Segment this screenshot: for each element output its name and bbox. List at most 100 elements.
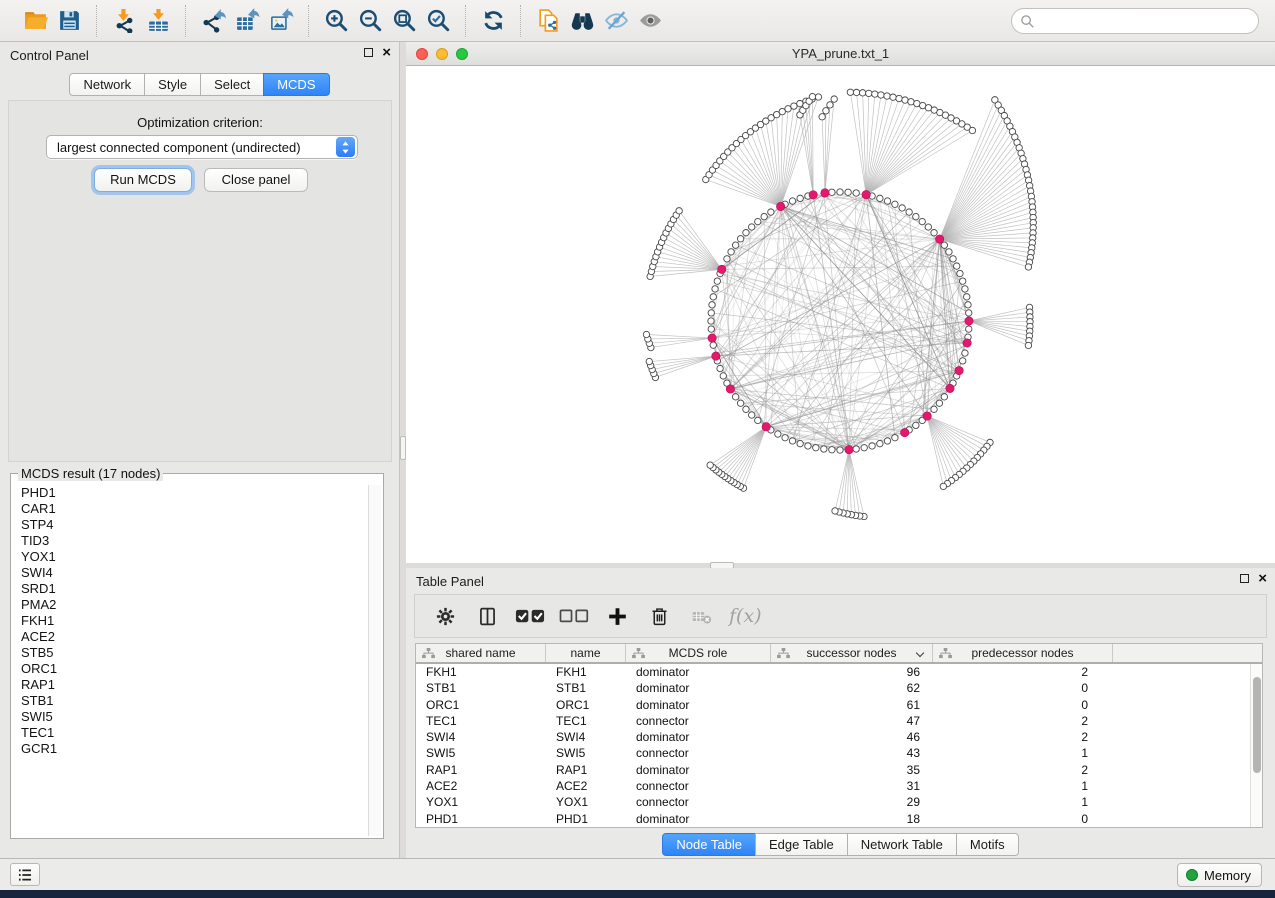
cell: FKH1 xyxy=(416,664,546,680)
list-item[interactable]: SRD1 xyxy=(13,581,367,597)
list-item[interactable]: STP4 xyxy=(13,517,367,533)
column-header-shared-name[interactable]: shared name xyxy=(416,644,546,662)
columns-button[interactable] xyxy=(473,601,501,631)
column-type-icon xyxy=(939,648,952,662)
table-scrollbar-thumb[interactable] xyxy=(1253,677,1261,773)
clone-network-button[interactable] xyxy=(531,5,565,37)
window-close-icon[interactable] xyxy=(416,48,428,60)
table-row[interactable]: TEC1TEC1connector472 xyxy=(416,713,1262,729)
list-item[interactable]: SWI5 xyxy=(13,709,367,725)
mcds-tab-content: Optimization criterion: largest connecte… xyxy=(8,100,392,462)
task-history-button[interactable] xyxy=(10,863,40,886)
clone-network-icon xyxy=(536,8,561,33)
window-maximize-icon[interactable] xyxy=(456,48,468,60)
tab-mcds[interactable]: MCDS xyxy=(263,73,329,96)
list-item[interactable]: YOX1 xyxy=(13,549,367,565)
network-window-titlebar[interactable]: YPA_prune.txt_1 xyxy=(406,42,1275,66)
import-table-button[interactable] xyxy=(141,5,175,37)
tab-motifs[interactable]: Motifs xyxy=(956,833,1019,856)
column-header-MCDS-role[interactable]: MCDS role xyxy=(626,644,771,662)
table-row[interactable]: FKH1FKH1dominator962 xyxy=(416,664,1262,680)
search-network-icon xyxy=(570,8,595,33)
mcds-result-list[interactable]: PHD1CAR1STP4TID3YOX1SWI4SRD1PMA2FKH1ACE2… xyxy=(13,485,367,836)
table-row[interactable]: PHD1PHD1dominator180 xyxy=(416,811,1262,827)
mcds-list-scrollbar[interactable] xyxy=(368,485,381,836)
export-image-button[interactable] xyxy=(264,5,298,37)
list-item[interactable]: STB5 xyxy=(13,645,367,661)
zoom-fit-icon xyxy=(392,8,417,33)
close-panel-icon[interactable]: × xyxy=(382,47,391,58)
select-all-icon xyxy=(515,607,545,625)
list-item[interactable]: ORC1 xyxy=(13,661,367,677)
table-row[interactable]: SWI5SWI5connector431 xyxy=(416,745,1262,761)
cell: connector xyxy=(626,778,771,794)
close-panel-button[interactable]: Close panel xyxy=(204,168,308,192)
tab-edge-table[interactable]: Edge Table xyxy=(755,833,848,856)
save-button[interactable] xyxy=(52,5,86,37)
mcds-result-title: MCDS result (17 nodes) xyxy=(18,466,163,481)
select-all-button[interactable] xyxy=(515,601,545,631)
list-item[interactable]: FKH1 xyxy=(13,613,367,629)
list-item[interactable]: STB1 xyxy=(13,693,367,709)
list-item[interactable]: PMA2 xyxy=(13,597,367,613)
table-scrollbar[interactable] xyxy=(1250,664,1262,827)
run-mcds-button[interactable]: Run MCDS xyxy=(94,168,192,192)
list-item[interactable]: TID3 xyxy=(13,533,367,549)
cell: 2 xyxy=(933,729,1113,745)
cell: PHD1 xyxy=(546,811,626,827)
tab-network[interactable]: Network xyxy=(69,73,145,96)
gear-button[interactable] xyxy=(431,601,459,631)
zoom-in-button[interactable] xyxy=(319,5,353,37)
list-item[interactable]: ACE2 xyxy=(13,629,367,645)
zoom-out-button[interactable] xyxy=(353,5,387,37)
criterion-dropdown[interactable]: largest connected component (undirected) xyxy=(46,135,358,159)
show-all-button[interactable] xyxy=(633,5,667,37)
cell: 47 xyxy=(771,713,933,729)
zoom-selected-button[interactable] xyxy=(421,5,455,37)
search-box[interactable] xyxy=(1011,8,1259,34)
column-header-name[interactable]: name xyxy=(546,644,626,662)
zoom-fit-button[interactable] xyxy=(387,5,421,37)
list-item[interactable]: SWI4 xyxy=(13,565,367,581)
memory-button[interactable]: Memory xyxy=(1177,863,1262,887)
deselect-all-button[interactable] xyxy=(559,601,589,631)
list-item[interactable]: GCR1 xyxy=(13,741,367,757)
tab-style[interactable]: Style xyxy=(144,73,201,96)
table-row[interactable]: RAP1RAP1dominator352 xyxy=(416,762,1262,778)
column-type-icon xyxy=(422,648,435,662)
add-button[interactable] xyxy=(603,601,631,631)
table-row[interactable]: STB1STB1dominator620 xyxy=(416,680,1262,696)
table-row[interactable]: ACE2ACE2connector311 xyxy=(416,778,1262,794)
table-row[interactable]: ORC1ORC1dominator610 xyxy=(416,697,1262,713)
refresh-button[interactable] xyxy=(476,5,510,37)
float-table-panel-icon[interactable] xyxy=(1240,574,1249,583)
list-item[interactable]: CAR1 xyxy=(13,501,367,517)
cell: ACE2 xyxy=(546,778,626,794)
export-network-button[interactable] xyxy=(196,5,230,37)
open-button[interactable] xyxy=(18,5,52,37)
float-panel-icon[interactable] xyxy=(364,48,373,57)
tab-network-table[interactable]: Network Table xyxy=(847,833,957,856)
search-network-button[interactable] xyxy=(565,5,599,37)
column-header-successor-nodes[interactable]: successor nodes xyxy=(771,644,933,662)
window-minimize-icon[interactable] xyxy=(436,48,448,60)
import-network-button[interactable] xyxy=(107,5,141,37)
close-table-panel-icon[interactable]: × xyxy=(1258,573,1267,584)
list-item[interactable]: RAP1 xyxy=(13,677,367,693)
list-item[interactable]: PHD1 xyxy=(13,485,367,501)
network-canvas[interactable] xyxy=(406,66,1275,563)
delete-button[interactable] xyxy=(645,601,673,631)
tab-select[interactable]: Select xyxy=(200,73,264,96)
search-input[interactable] xyxy=(1040,14,1250,29)
tab-node-table[interactable]: Node Table xyxy=(662,833,756,856)
cell: SWI4 xyxy=(416,729,546,745)
export-table-button[interactable] xyxy=(230,5,264,37)
hide-selected-button[interactable] xyxy=(599,5,633,37)
column-label: shared name xyxy=(445,646,515,660)
column-header-predecessor-nodes[interactable]: predecessor nodes xyxy=(933,644,1113,662)
table-row[interactable]: YOX1YOX1connector291 xyxy=(416,794,1262,810)
node-table-body: FKH1FKH1dominator962STB1STB1dominator620… xyxy=(416,664,1262,827)
table-row[interactable]: SWI4SWI4dominator462 xyxy=(416,729,1262,745)
list-item[interactable]: TEC1 xyxy=(13,725,367,741)
node-table: shared name nameMCDS rolesuccessor nodesp… xyxy=(415,643,1263,828)
